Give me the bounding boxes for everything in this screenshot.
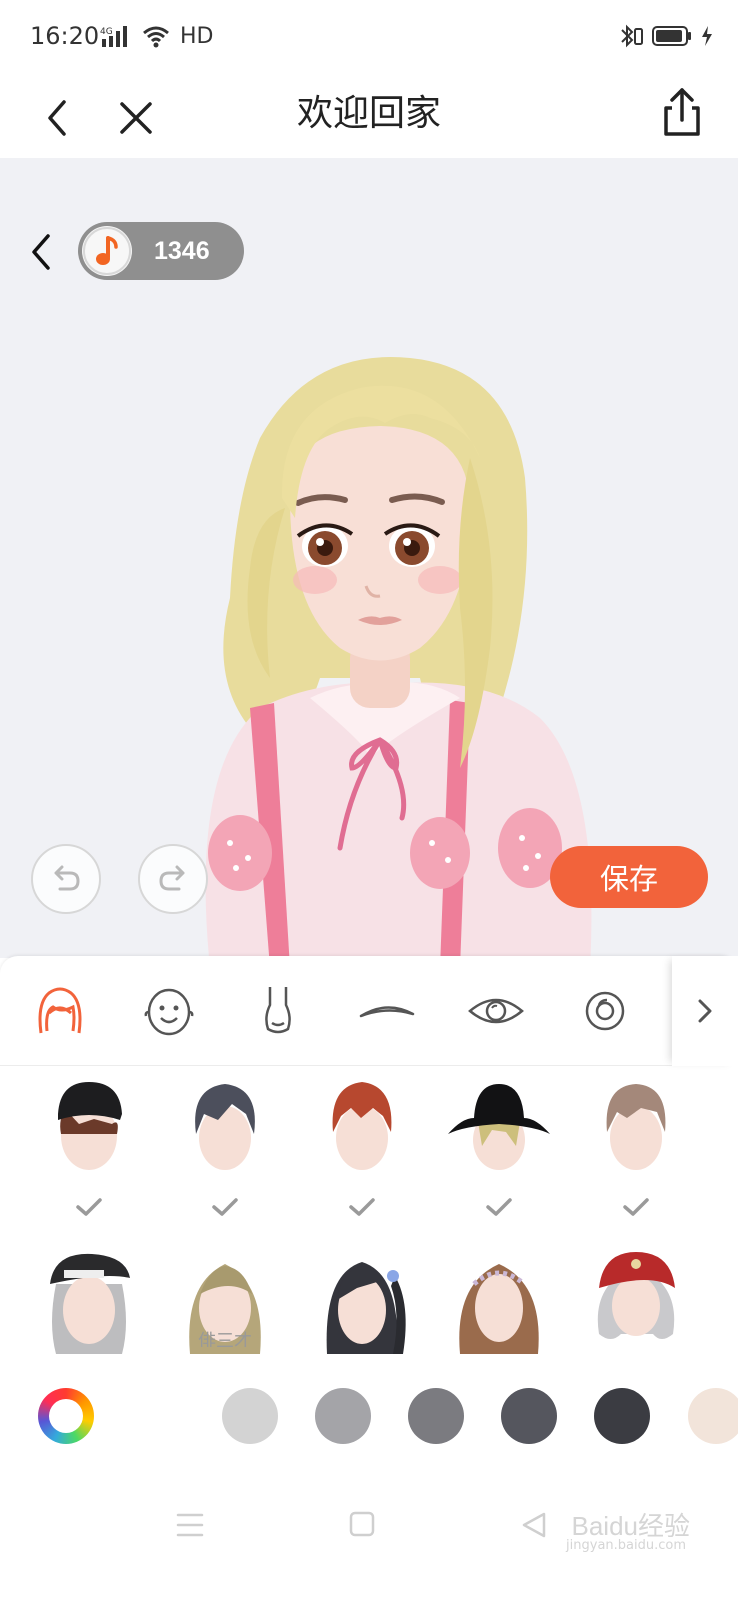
nose-icon	[265, 987, 291, 1034]
share-icon	[664, 88, 700, 136]
music-note-icon	[82, 226, 132, 276]
hair-option-dark-grey[interactable]	[170, 1074, 280, 1184]
back-triangle-icon[interactable]	[520, 1510, 548, 1540]
wifi-icon	[143, 26, 169, 47]
hair-option-label	[34, 1329, 144, 1347]
hd-label: HD	[180, 24, 214, 49]
share-button[interactable]	[654, 82, 710, 146]
check-icon	[349, 1198, 375, 1216]
check-icon	[623, 1198, 649, 1216]
color-swatch[interactable]	[501, 1388, 557, 1444]
redo-icon	[159, 865, 185, 891]
more-categories-button[interactable]	[672, 956, 738, 1066]
watermark-url: jingyan.baidu.com	[566, 1538, 686, 1553]
tab-eyes[interactable]	[463, 978, 529, 1044]
red-hair-icon	[332, 1082, 392, 1170]
eyebrow-icon	[359, 1006, 415, 1018]
color-swatch[interactable]	[594, 1388, 650, 1444]
hairstyle-grid: 俳三才	[0, 1074, 738, 1374]
svg-text:4G: 4G	[100, 27, 113, 37]
tab-face[interactable]	[136, 978, 202, 1044]
color-swatch[interactable]	[688, 1388, 738, 1444]
save-button[interactable]: 保存	[550, 846, 708, 908]
hair-option-label	[307, 1329, 417, 1347]
coin-balance[interactable]: 1346	[78, 222, 244, 280]
hair-color-picker	[0, 1388, 738, 1468]
avatar-editor-screen: 16:20 4G HD 欢迎回家 1346 保存 俳三才 Baidu经验 jin…	[0, 0, 738, 1600]
check-icon	[212, 1198, 238, 1216]
hair-option-light-brown[interactable]	[581, 1074, 691, 1184]
menu-icon[interactable]	[176, 1512, 204, 1538]
eye-icon	[468, 998, 524, 1024]
face-icon	[144, 988, 194, 1036]
signal-icon: 4G	[100, 25, 127, 47]
bucket-hat-blonde-hair-icon	[448, 1084, 550, 1170]
hair-icon	[38, 987, 82, 1034]
tab-nose[interactable]	[245, 978, 311, 1044]
hair-option-label	[581, 1329, 691, 1347]
status-time: 16:20	[30, 22, 100, 50]
status-bar: 16:20 4G HD	[0, 0, 738, 72]
undo-icon	[54, 865, 80, 891]
redo-button[interactable]	[138, 844, 208, 914]
check-icon	[486, 1198, 512, 1216]
tab-eyebrows[interactable]	[354, 978, 420, 1044]
light-brown-hair-icon	[606, 1084, 666, 1170]
bluetooth-icon	[621, 24, 643, 48]
hair-option-label: 俳三才	[198, 1331, 252, 1347]
page-title: 欢迎回家	[296, 93, 441, 134]
battery-icon	[652, 26, 691, 46]
category-tabs	[0, 956, 672, 1066]
color-swatch[interactable]	[315, 1388, 371, 1444]
chevron-left-icon	[32, 234, 50, 270]
undo-button[interactable]	[31, 844, 101, 914]
dark-grey-hair-icon	[195, 1084, 255, 1170]
top-nav-bar: 欢迎回家	[0, 72, 738, 160]
black-beanie-hair-icon	[58, 1082, 122, 1170]
color-wheel-icon[interactable]	[38, 1388, 94, 1444]
coin-count: 1346	[154, 236, 210, 265]
color-swatch[interactable]	[222, 1388, 278, 1444]
home-icon[interactable]	[348, 1510, 376, 1538]
stage-back-button[interactable]	[22, 228, 62, 276]
tab-hairstyle[interactable]	[27, 978, 93, 1044]
hair-option-red[interactable]	[307, 1074, 417, 1184]
pupil-icon	[585, 991, 625, 1031]
charging-icon	[702, 26, 712, 46]
chevron-right-icon	[698, 999, 712, 1023]
check-icon	[76, 1198, 102, 1216]
status-icons-right	[618, 24, 714, 48]
status-icons-left: 4G HD	[100, 24, 213, 49]
color-swatch[interactable]	[408, 1388, 464, 1444]
tab-pupil[interactable]	[572, 978, 638, 1044]
hair-option-label	[444, 1329, 554, 1347]
hair-option-bucket-hat[interactable]	[444, 1074, 554, 1184]
hair-option-black-beanie[interactable]	[34, 1074, 144, 1184]
avatar-stage: 1346 保存	[0, 158, 738, 958]
